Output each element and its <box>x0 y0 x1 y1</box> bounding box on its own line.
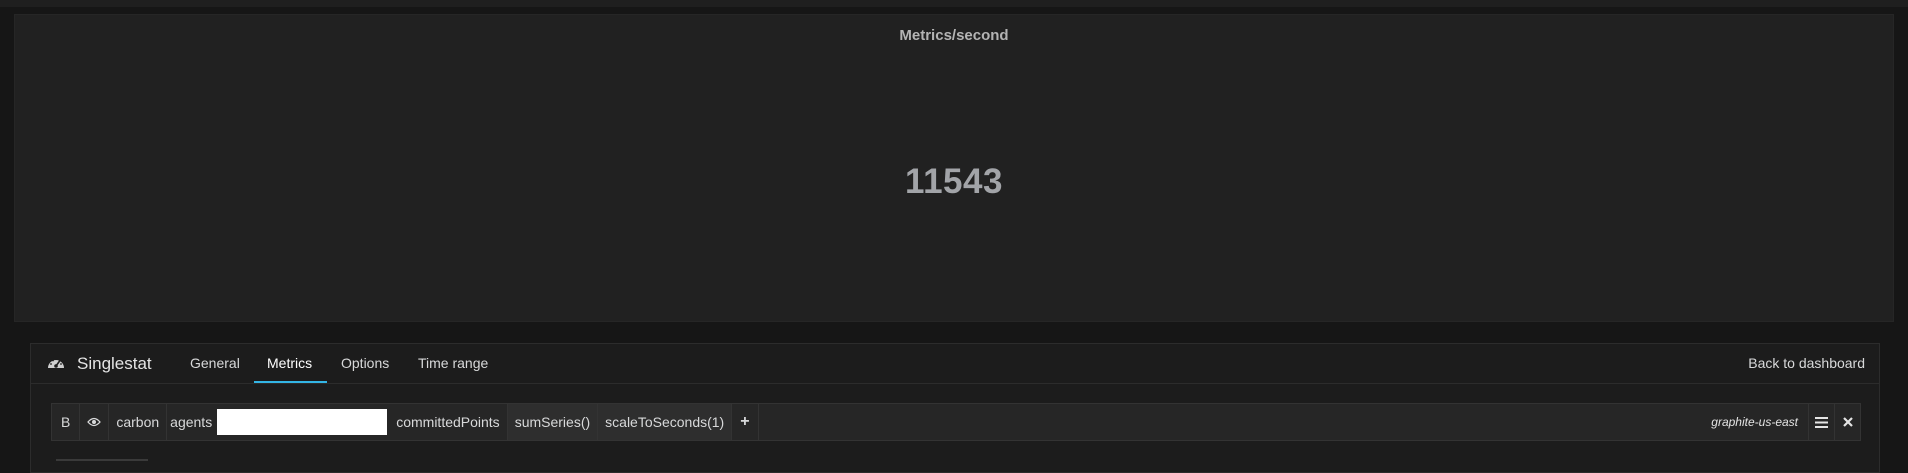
singlestat-panel: Metrics/second 11543 <box>14 14 1894 322</box>
editor-header: Singlestat General Metrics Options Time … <box>31 344 1879 384</box>
function-scale-to-seconds[interactable]: scaleToSeconds(1) <box>598 404 733 440</box>
metric-segment-committed-points[interactable]: committedPoints <box>389 404 508 440</box>
tab-metrics[interactable]: Metrics <box>267 355 312 371</box>
panel-editor: Singlestat General Metrics Options Time … <box>30 343 1880 473</box>
editor-title: Singlestat <box>77 354 152 373</box>
tab-options[interactable]: Options <box>341 355 389 371</box>
metric-query-row: B carbon agents committedPoints sumSerie… <box>51 403 1861 441</box>
plus-icon[interactable]: + <box>732 404 759 440</box>
eye-icon[interactable] <box>80 404 110 440</box>
close-icon[interactable] <box>1834 404 1860 440</box>
tab-general[interactable]: General <box>190 355 240 371</box>
redacted-segment <box>217 409 388 435</box>
top-bar <box>0 0 1908 7</box>
function-sum-series[interactable]: sumSeries() <box>507 404 599 440</box>
active-tab-indicator <box>254 381 327 383</box>
hamburger-icon[interactable] <box>1808 404 1834 440</box>
tab-time-range[interactable]: Time range <box>418 355 488 371</box>
singlestat-value: 11543 <box>905 162 1003 201</box>
metric-segment-agents[interactable]: agents <box>167 404 216 440</box>
speedometer-icon <box>46 354 66 374</box>
panel-title[interactable]: Metrics/second <box>15 27 1893 44</box>
datasource-label: graphite-us-east <box>1711 415 1798 429</box>
query-ref-letter[interactable]: B <box>52 404 81 440</box>
back-to-dashboard-link[interactable]: Back to dashboard <box>1748 355 1865 371</box>
metric-segment-carbon[interactable]: carbon <box>109 404 168 440</box>
